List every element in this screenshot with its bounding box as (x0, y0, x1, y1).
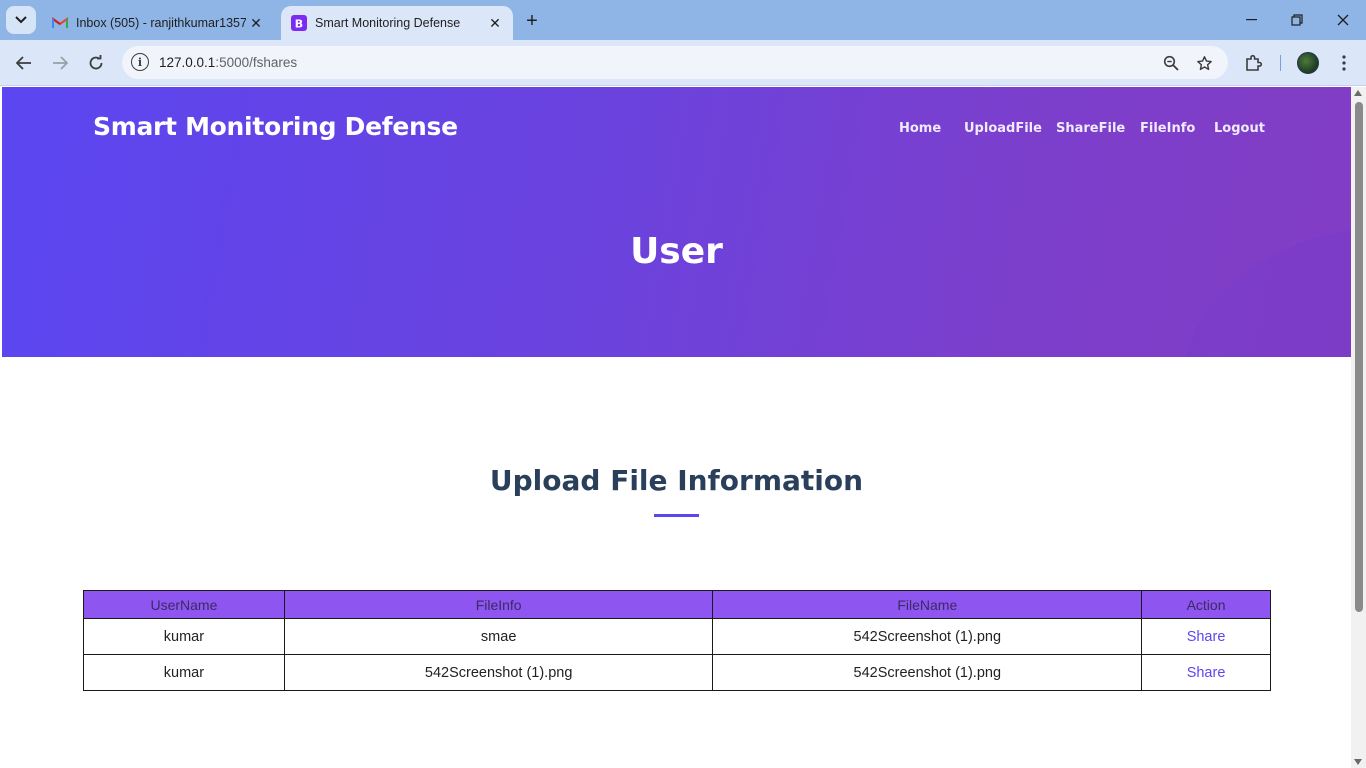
tab-title: Smart Monitoring Defense (315, 16, 461, 30)
restore-icon[interactable] (1274, 0, 1320, 40)
close-tab-icon[interactable]: ✕ (485, 13, 505, 33)
cell-fileinfo: 542Screenshot (1).png (283, 654, 714, 691)
url-text[interactable]: 127.0.0.1:5000/fshares (159, 55, 297, 70)
table-row: kumar 542Screenshot (1).png 542Screensho… (83, 654, 1271, 691)
bootstrap-icon: B (291, 15, 307, 31)
new-tab-button[interactable]: + (520, 9, 544, 33)
section-title: Upload File Information (489, 464, 864, 497)
table-header-row: UserName FileInfo FileName Action (83, 590, 1271, 619)
column-header-filename: FileName (712, 590, 1143, 619)
back-arrow-icon (16, 56, 31, 70)
page-viewport: Smart Monitoring Defense Home UploadFile… (2, 87, 1351, 768)
scrollbar-thumb[interactable] (1355, 102, 1363, 612)
site-info-icon[interactable]: i (131, 53, 149, 71)
cell-action: Share (1141, 654, 1271, 691)
browser-menu-button[interactable] (1330, 49, 1358, 77)
table-row: kumar smae 542Screenshot (1).png Share (83, 618, 1271, 655)
nav-fileinfo[interactable]: FileInfo (1140, 121, 1195, 136)
url-host: 127.0.0.1 (159, 55, 216, 70)
hero-header: Smart Monitoring Defense Home UploadFile… (2, 87, 1351, 357)
tab-strip: Inbox (505) - ranjithkumar1357 ✕ B Smart… (0, 0, 1366, 40)
toolbar-divider (1280, 55, 1281, 71)
scroll-down-arrow-icon[interactable] (1354, 759, 1362, 765)
column-header-username: UserName (83, 590, 285, 619)
file-info-table: UserName FileInfo FileName Action kumar … (83, 590, 1271, 691)
reload-icon (89, 55, 103, 70)
zoom-icon[interactable] (1161, 53, 1181, 73)
browser-toolbar: i 127.0.0.1:5000/fshares (0, 40, 1366, 86)
nav-uploadfile[interactable]: UploadFile (964, 121, 1042, 136)
url-path: :5000/fshares (215, 55, 298, 70)
bookmark-star-icon[interactable] (1194, 53, 1214, 73)
hero-title: User (630, 231, 723, 272)
column-header-fileinfo: FileInfo (283, 590, 714, 619)
tab-smart-monitoring[interactable]: B Smart Monitoring Defense ✕ (281, 6, 513, 40)
nav-logout[interactable]: Logout (1214, 121, 1265, 136)
share-link[interactable]: Share (1187, 665, 1226, 681)
profile-avatar[interactable] (1297, 52, 1319, 74)
minimize-icon[interactable] (1228, 0, 1274, 40)
tab-title: Inbox (505) - ranjithkumar1357 (76, 16, 246, 30)
cell-username: kumar (83, 654, 285, 691)
site-brand[interactable]: Smart Monitoring Defense (93, 112, 458, 141)
close-window-icon[interactable] (1320, 0, 1366, 40)
svg-text:B: B (295, 18, 303, 31)
reload-button[interactable] (82, 49, 110, 77)
cell-action: Share (1141, 618, 1271, 655)
extensions-button[interactable] (1240, 49, 1268, 77)
column-header-action: Action (1141, 590, 1271, 619)
cell-fileinfo: smae (283, 618, 714, 655)
share-link[interactable]: Share (1187, 629, 1226, 645)
scroll-up-arrow-icon[interactable] (1354, 90, 1362, 96)
cell-filename: 542Screenshot (1).png (712, 618, 1143, 655)
tab-gmail[interactable]: Inbox (505) - ranjithkumar1357 ✕ (42, 6, 274, 40)
address-bar[interactable]: i 127.0.0.1:5000/fshares (122, 46, 1228, 79)
tab-search-button[interactable] (6, 6, 36, 34)
nav-home[interactable]: Home (899, 121, 941, 136)
forward-button[interactable] (46, 49, 74, 77)
cell-filename: 542Screenshot (1).png (712, 654, 1143, 691)
back-button[interactable] (10, 49, 38, 77)
chevron-down-icon (15, 16, 27, 24)
close-tab-icon[interactable]: ✕ (246, 13, 266, 33)
more-vertical-icon (1342, 55, 1346, 71)
cell-username: kumar (83, 618, 285, 655)
forward-arrow-icon (53, 56, 68, 70)
page-scrollbar[interactable] (1351, 87, 1366, 768)
gmail-icon (52, 15, 68, 31)
puzzle-icon (1246, 54, 1263, 71)
title-underline (654, 514, 699, 517)
nav-sharefile[interactable]: ShareFile (1056, 121, 1125, 136)
